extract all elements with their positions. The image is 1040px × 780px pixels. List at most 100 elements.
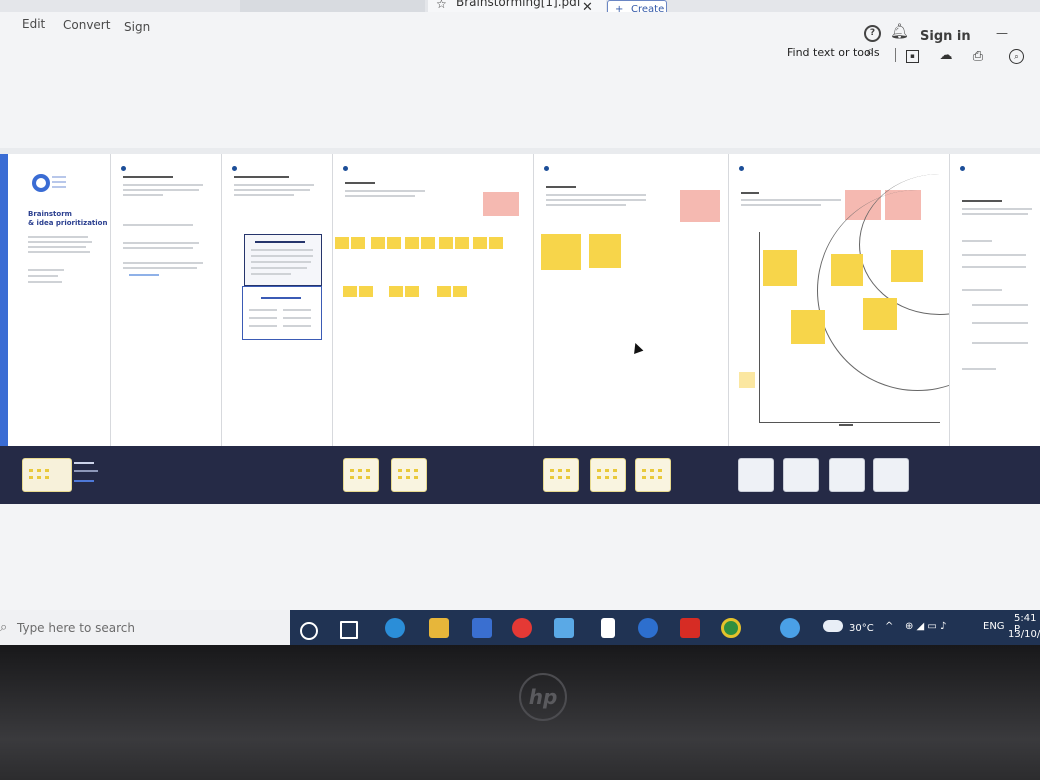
heading-line bbox=[234, 176, 289, 178]
tab-previous[interactable] bbox=[240, 0, 425, 12]
opera-icon[interactable] bbox=[512, 618, 532, 638]
board-after-collaborate bbox=[950, 154, 1040, 446]
sticky-note[interactable] bbox=[351, 237, 365, 249]
document-canvas[interactable]: Brainstorm & idea prioritization bbox=[0, 148, 1040, 448]
thumbnail-sticky-mark bbox=[597, 476, 601, 479]
thumbnail-sticky-mark bbox=[45, 476, 49, 479]
taskbar-search[interactable]: ⌕ Type here to search bbox=[0, 610, 290, 645]
thumbnail-graph[interactable] bbox=[783, 458, 819, 492]
sticky-note[interactable] bbox=[359, 286, 373, 297]
thumbnail-sticky-mark bbox=[550, 476, 554, 479]
sticky-note[interactable] bbox=[455, 237, 469, 249]
lightbulb-logo-icon bbox=[32, 174, 66, 192]
step-dot bbox=[960, 166, 965, 171]
sticky-note[interactable] bbox=[387, 237, 401, 249]
sticky-note[interactable] bbox=[739, 372, 755, 388]
sticky-note[interactable] bbox=[891, 250, 923, 282]
thumbnail-sticky-mark bbox=[605, 476, 609, 479]
search-text-icon[interactable]: ⌕ bbox=[1009, 49, 1024, 64]
sticky-note[interactable] bbox=[405, 286, 419, 297]
media-player-icon[interactable] bbox=[638, 618, 658, 638]
print-icon[interactable]: ⎙ bbox=[970, 49, 986, 65]
step-dot bbox=[121, 166, 126, 171]
text-line bbox=[962, 254, 1026, 256]
help-icon[interactable] bbox=[780, 618, 800, 638]
chevron-up-icon[interactable]: ^ bbox=[885, 621, 893, 632]
board-intro: Brainstorm & idea prioritization bbox=[0, 154, 111, 446]
language-indicator[interactable]: ENG bbox=[983, 621, 1005, 632]
sticky-note[interactable] bbox=[863, 298, 897, 330]
thumbnail-page[interactable] bbox=[543, 458, 579, 492]
sticky-note[interactable] bbox=[453, 286, 467, 297]
store-icon[interactable] bbox=[472, 618, 492, 638]
taskbar-search-placeholder: Type here to search bbox=[17, 621, 135, 635]
text-line bbox=[123, 194, 163, 196]
problem-statement-card bbox=[244, 234, 322, 286]
edge-icon[interactable] bbox=[385, 618, 405, 638]
link-line[interactable] bbox=[129, 274, 159, 276]
text-line bbox=[741, 204, 821, 206]
network-icon[interactable]: ⊕ ◢ ▭ ♪ bbox=[905, 621, 946, 632]
text-line bbox=[28, 269, 64, 271]
heading-line bbox=[345, 182, 375, 184]
cortana-icon[interactable] bbox=[300, 622, 318, 640]
sticky-note[interactable] bbox=[437, 286, 451, 297]
thumbnail-page[interactable] bbox=[590, 458, 626, 492]
text-line bbox=[28, 281, 62, 283]
thumbnail-sticky-mark bbox=[613, 469, 617, 472]
sticky-note[interactable] bbox=[405, 237, 419, 249]
text-line bbox=[234, 189, 310, 191]
save-icon[interactable]: ▪ bbox=[906, 50, 919, 63]
minimize-icon[interactable]: — bbox=[996, 26, 1008, 40]
taskbar: ⌕ Type here to search 30°C ^ ⊕ ◢ ▭ ♪ ENG… bbox=[0, 610, 1040, 645]
menu-edit[interactable]: Edit bbox=[22, 17, 45, 31]
text-line bbox=[28, 246, 86, 248]
clock-date[interactable]: 13/10/2 bbox=[1008, 629, 1040, 640]
file-explorer-icon[interactable] bbox=[429, 618, 449, 638]
acrobat-icon[interactable] bbox=[680, 618, 700, 638]
thumbnail-graph[interactable] bbox=[829, 458, 865, 492]
temperature[interactable]: 30°C bbox=[849, 623, 874, 634]
sticky-note[interactable] bbox=[335, 237, 349, 249]
task-view-icon[interactable] bbox=[340, 621, 358, 639]
menu-sign[interactable]: Sign bbox=[124, 20, 150, 34]
sticky-note[interactable] bbox=[343, 286, 357, 297]
toolbar: Find text or tools ⌕ ▪ ☁ ⎙ ⌕ bbox=[0, 40, 1040, 74]
sticky-note[interactable] bbox=[371, 237, 385, 249]
sticky-note[interactable] bbox=[389, 286, 403, 297]
thumbnail-page[interactable] bbox=[343, 458, 379, 492]
document-title-line2: & idea prioritization bbox=[28, 219, 108, 227]
sticky-note[interactable] bbox=[489, 237, 503, 249]
chrome-icon[interactable] bbox=[721, 618, 741, 638]
link-line[interactable] bbox=[74, 480, 94, 482]
sticky-note[interactable] bbox=[483, 192, 519, 216]
mail-icon[interactable] bbox=[554, 618, 574, 638]
thumbnail-sticky-mark bbox=[566, 469, 570, 472]
text-line bbox=[962, 289, 1002, 291]
menu-convert[interactable]: Convert bbox=[63, 18, 110, 32]
thumbnail-sticky-mark bbox=[350, 476, 354, 479]
search-icon[interactable]: ⌕ bbox=[866, 42, 874, 60]
thumbnail-graph[interactable] bbox=[873, 458, 909, 492]
upload-cloud-icon[interactable]: ☁ bbox=[938, 48, 954, 64]
thumbnail-graph[interactable] bbox=[738, 458, 774, 492]
thumbnail-page[interactable] bbox=[391, 458, 427, 492]
sticky-note[interactable] bbox=[473, 237, 487, 249]
sticky-note[interactable] bbox=[831, 254, 863, 286]
sticky-note[interactable] bbox=[763, 250, 797, 286]
sticky-note[interactable] bbox=[541, 234, 581, 270]
bell-icon[interactable]: 🔔︎ bbox=[890, 22, 909, 40]
text-line bbox=[962, 368, 996, 370]
thumbnail-page[interactable] bbox=[22, 458, 72, 492]
thumbnail-page[interactable] bbox=[635, 458, 671, 492]
sticky-note[interactable] bbox=[589, 234, 621, 268]
text-line bbox=[123, 224, 193, 226]
thumbnail-sticky-mark bbox=[566, 476, 570, 479]
document-icon[interactable] bbox=[601, 618, 615, 638]
sticky-note[interactable] bbox=[439, 237, 453, 249]
weather-icon[interactable] bbox=[823, 620, 843, 632]
sticky-note[interactable] bbox=[680, 190, 720, 222]
sticky-note[interactable] bbox=[421, 237, 435, 249]
sticky-note[interactable] bbox=[791, 310, 825, 344]
thumbnail-sticky-mark bbox=[350, 469, 354, 472]
